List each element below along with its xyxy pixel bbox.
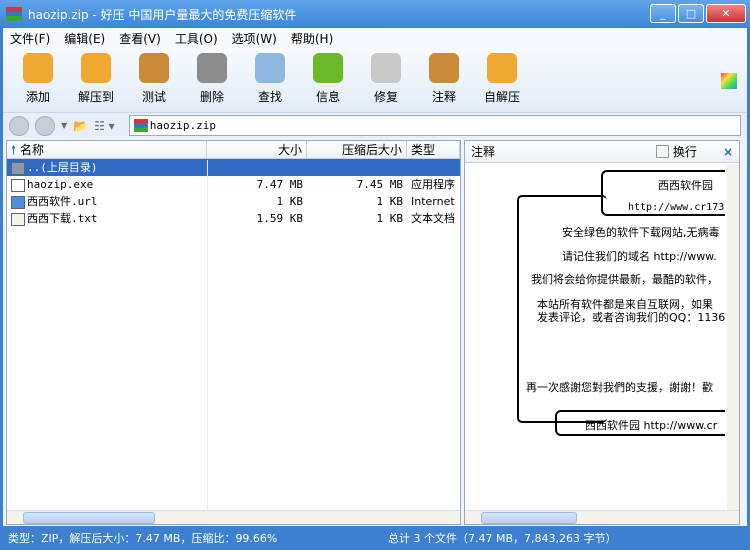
toolbar-button-3[interactable]: 删除: [183, 48, 241, 105]
file-icon: [11, 178, 25, 192]
wrap-checkbox[interactable]: [655, 145, 669, 158]
toolbar-icon: [23, 53, 53, 83]
title-bar: haozip.zip - 好压 中国用户量最大的免费压缩软件 _ □ ✕: [0, 0, 750, 28]
menu-bar: 文件(F) 编辑(E) 查看(V) 工具(O) 选项(W) 帮助(H): [3, 28, 747, 48]
toolbar-icon: [313, 53, 343, 83]
col-name[interactable]: 🠕 名称: [7, 141, 207, 158]
status-left: 类型：ZIP，解压后大小：7.47 MB，压缩比：99.66%: [8, 532, 278, 545]
toolbar-icon: [81, 53, 111, 83]
toolbar-button-1[interactable]: 解压到: [67, 48, 125, 105]
col-size[interactable]: 大小: [207, 141, 307, 158]
window-title: haozip.zip - 好压 中国用户量最大的免费压缩软件: [28, 7, 297, 22]
view-mode-icon[interactable]: ☷ ▾: [94, 119, 115, 133]
minimize-button[interactable]: _: [650, 4, 676, 23]
toolbar-icon: [255, 53, 285, 83]
toolbar-button-4[interactable]: 查找: [241, 48, 299, 105]
col-type[interactable]: 类型: [407, 141, 460, 158]
menu-edit[interactable]: 编辑(E): [57, 30, 112, 47]
back-icon[interactable]: [9, 115, 29, 136]
comment-title: 注释: [471, 145, 496, 159]
comment-text: 西西软件园 http://www.cr173. 安全绿色的软件下载网站,无病毒 …: [465, 165, 725, 510]
close-button[interactable]: ✕: [706, 4, 746, 23]
address-bar: ▼ 📂 ☷ ▾ haozip.zip: [3, 112, 747, 138]
toolbar-button-0[interactable]: 添加: [9, 48, 67, 105]
maximize-button[interactable]: □: [678, 4, 704, 23]
toolbar-label: 修复: [373, 90, 398, 104]
menu-file[interactable]: 文件(F): [3, 30, 57, 47]
toolbar-icon: [429, 53, 459, 83]
file-row[interactable]: 西西下载.txt 1.59 KB 1 KB 文本文档: [7, 210, 460, 227]
col-packed[interactable]: 压缩后大小: [307, 141, 407, 158]
close-comment-icon[interactable]: ×: [723, 145, 733, 159]
toolbar-button-5[interactable]: 信息: [299, 48, 357, 105]
toolbar-label: 删除: [199, 90, 224, 104]
toolbar-icon: [197, 53, 227, 83]
toolbar-button-8[interactable]: 自解压: [473, 48, 531, 105]
toolbar-label: 解压到: [77, 90, 114, 104]
toolbar-icon: [487, 53, 517, 83]
file-icon: [11, 161, 25, 175]
app-icon: [6, 7, 22, 21]
toolbar-label: 自解压: [483, 90, 520, 104]
menu-help[interactable]: 帮助(H): [284, 30, 340, 47]
forward-icon[interactable]: [35, 115, 55, 136]
menu-options[interactable]: 选项(W): [225, 30, 284, 47]
file-row[interactable]: 西西软件.url 1 KB 1 KB Internet: [7, 193, 460, 210]
comment-panel: 注释 换行 × 西西软件园 http://www.cr173. 安全绿色的软件下…: [464, 140, 740, 525]
comment-horizontal-scrollbar[interactable]: [465, 510, 739, 524]
address-text: haozip.zip: [149, 119, 216, 132]
horizontal-scrollbar[interactable]: [7, 510, 460, 524]
history-dropdown-icon[interactable]: ▼: [61, 121, 67, 130]
wrap-label: 换行: [672, 145, 697, 159]
file-row[interactable]: haozip.exe 7.47 MB 7.45 MB 应用程序: [7, 176, 460, 193]
up-folder-icon[interactable]: 📂: [73, 119, 88, 133]
toolbar-label: 信息: [315, 90, 340, 104]
file-row[interactable]: ..(上层目录): [7, 159, 460, 176]
vertical-scrollbar[interactable]: [727, 164, 739, 510]
toolbar-button-2[interactable]: 测试: [125, 48, 183, 105]
toolbar-label: 测试: [141, 90, 166, 104]
address-input[interactable]: haozip.zip: [128, 115, 741, 136]
file-list: 🠕 名称 大小 压缩后大小 类型 ..(上层目录) haozip.exe 7.47 …: [6, 140, 461, 525]
toolbar-label: 注释: [431, 90, 456, 104]
toolbar-icon: [371, 53, 401, 83]
toolbar-label: 添加: [25, 90, 50, 104]
zip-icon: [133, 119, 148, 132]
menu-tools[interactable]: 工具(O): [168, 30, 225, 47]
toolbar-label: 查找: [257, 90, 282, 104]
toolbar-icon: [139, 53, 169, 83]
toolbar: 添加 解压到 测试 删除 查找 信息 修复 注释 自解压: [3, 48, 747, 112]
menu-view[interactable]: 查看(V): [112, 30, 168, 47]
skin-icon[interactable]: [721, 73, 737, 89]
status-right: 总计 3 个文件（7.47 MB，7,843,263 字节）: [388, 532, 617, 545]
file-icon: [11, 212, 25, 226]
toolbar-button-7[interactable]: 注释: [415, 48, 473, 105]
toolbar-button-6[interactable]: 修复: [357, 48, 415, 105]
status-bar: 类型：ZIP，解压后大小：7.47 MB，压缩比：99.66% 总计 3 个文件…: [0, 526, 750, 550]
file-icon: [11, 195, 25, 209]
